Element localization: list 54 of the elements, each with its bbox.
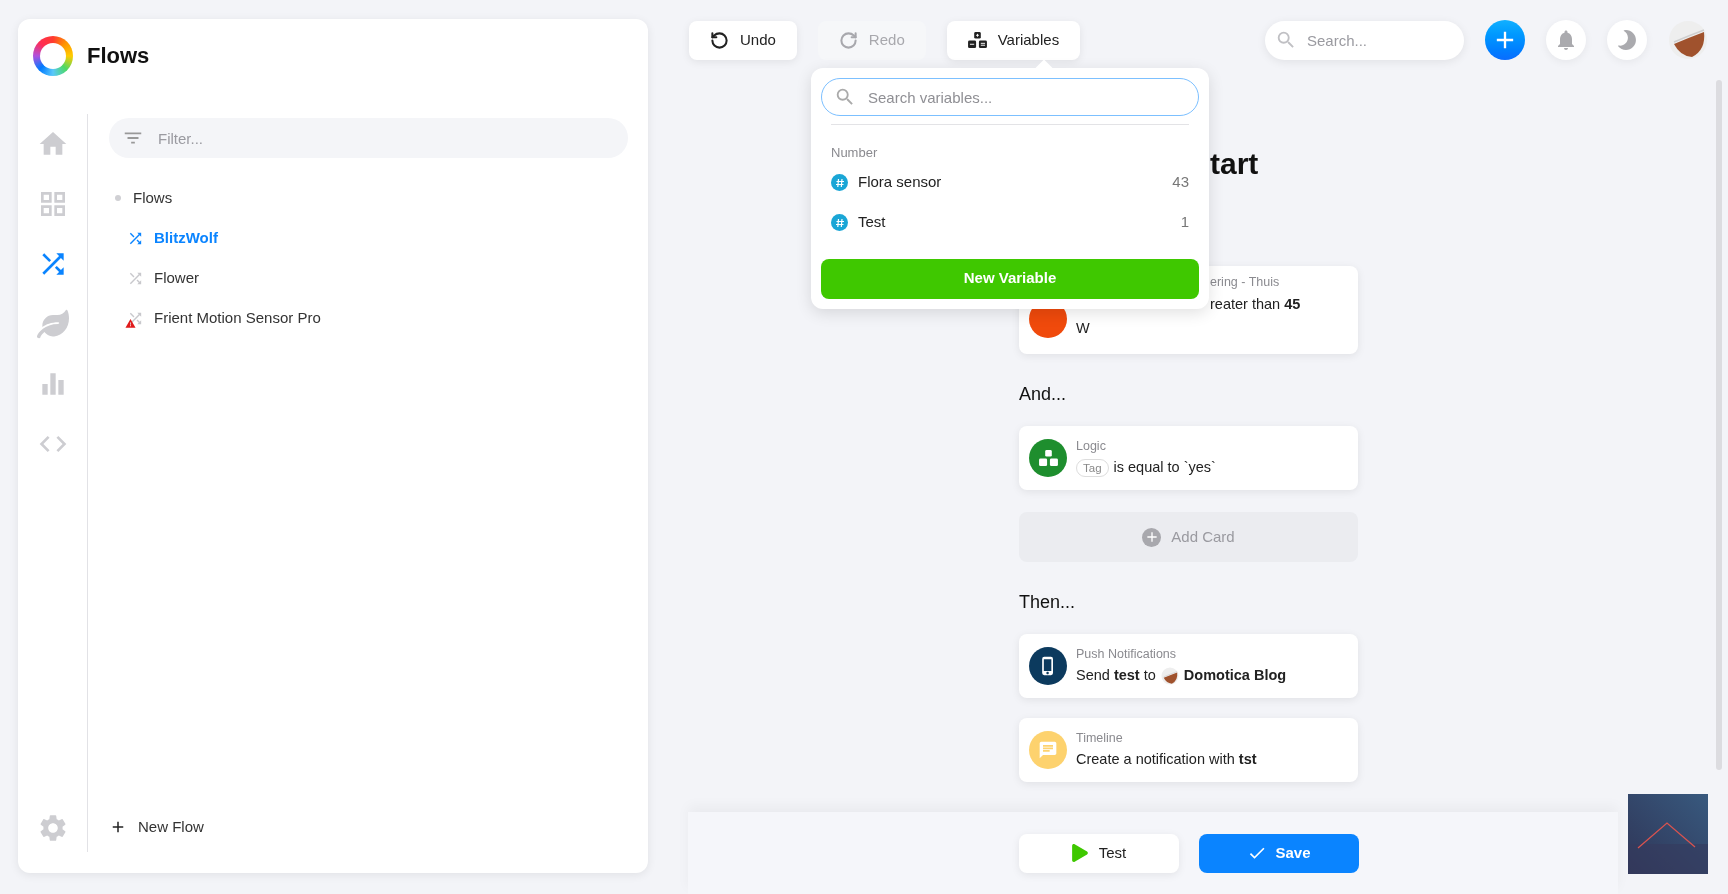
flow-card[interactable]: Logic Tag is equal to `yes` — [1019, 426, 1358, 490]
card-text: Send test to — [1076, 666, 1156, 685]
card-target: Domotica Blog — [1183, 666, 1287, 685]
variable-search-field[interactable]: Search variables... — [821, 78, 1199, 116]
moon-icon — [1617, 30, 1637, 50]
test-button[interactable]: Test — [1019, 833, 1179, 873]
variable-item[interactable]: Flora sensor 43 — [831, 162, 1189, 203]
card-text: is equal to `yes` — [1113, 458, 1216, 477]
group-label: Number — [831, 144, 879, 162]
hash-icon — [831, 174, 848, 191]
card-app-name: Push Notifications — [1076, 646, 1178, 664]
folder-label[interactable]: Flows — [133, 186, 173, 210]
add-button[interactable] — [1485, 20, 1525, 60]
dark-mode-button[interactable] — [1607, 20, 1647, 60]
search-field[interactable]: Search... — [1265, 20, 1464, 60]
scrollbar[interactable] — [1716, 80, 1722, 770]
search-icon — [834, 86, 856, 108]
bullet-icon — [115, 195, 121, 201]
play-icon — [1071, 844, 1088, 862]
flow-item[interactable]: BlitzWolf — [109, 218, 628, 258]
variable-value: 1 — [1180, 212, 1189, 233]
flow-title: tart — [1210, 146, 1260, 182]
variable-name: Flora sensor — [858, 172, 943, 193]
new-flow-button[interactable]: New Flow — [109, 812, 204, 842]
section-heading: And... — [1019, 383, 1068, 406]
profile-button[interactable] — [1668, 20, 1708, 60]
hash-icon — [831, 214, 848, 231]
undo-icon — [710, 30, 729, 50]
avatar-icon — [1668, 20, 1708, 60]
card-app-name: Timeline — [1076, 730, 1124, 748]
redo-icon — [838, 30, 858, 50]
flow-item[interactable]: Frient Motion Sensor Pro — [109, 298, 628, 338]
avatar-icon — [1160, 666, 1179, 685]
variable-item[interactable]: Test 1 — [831, 202, 1189, 243]
card-text: W — [1076, 318, 1091, 338]
leaf-icon — [36, 308, 69, 340]
section-heading: Then... — [1019, 591, 1077, 614]
logo-icon — [33, 36, 73, 76]
variables-button[interactable]: Variables — [946, 20, 1081, 60]
blocks-icon — [967, 31, 987, 49]
card-app-name: ering - Thuis — [1210, 274, 1281, 291]
card-app-name: Logic — [1076, 438, 1107, 456]
sidebar-title: Flows — [87, 42, 150, 70]
notifications-button[interactable] — [1546, 20, 1586, 60]
card-text: reater than 45 — [1210, 294, 1301, 314]
filter-field[interactable]: Filter... — [109, 118, 628, 158]
save-button[interactable]: Save — [1199, 833, 1359, 873]
flow-item[interactable]: Flower — [109, 258, 628, 298]
flow-card[interactable]: Push Notifications Send test to Domotica Blog — [1019, 634, 1358, 698]
variable-value: 43 — [1172, 172, 1189, 193]
undo-button[interactable]: Undo — [689, 20, 797, 60]
variable-name: Test — [858, 212, 887, 233]
flow-card[interactable]: Timeline Create a notification with tst — [1019, 718, 1358, 782]
card-text: Create a notification with tst — [1076, 750, 1257, 769]
